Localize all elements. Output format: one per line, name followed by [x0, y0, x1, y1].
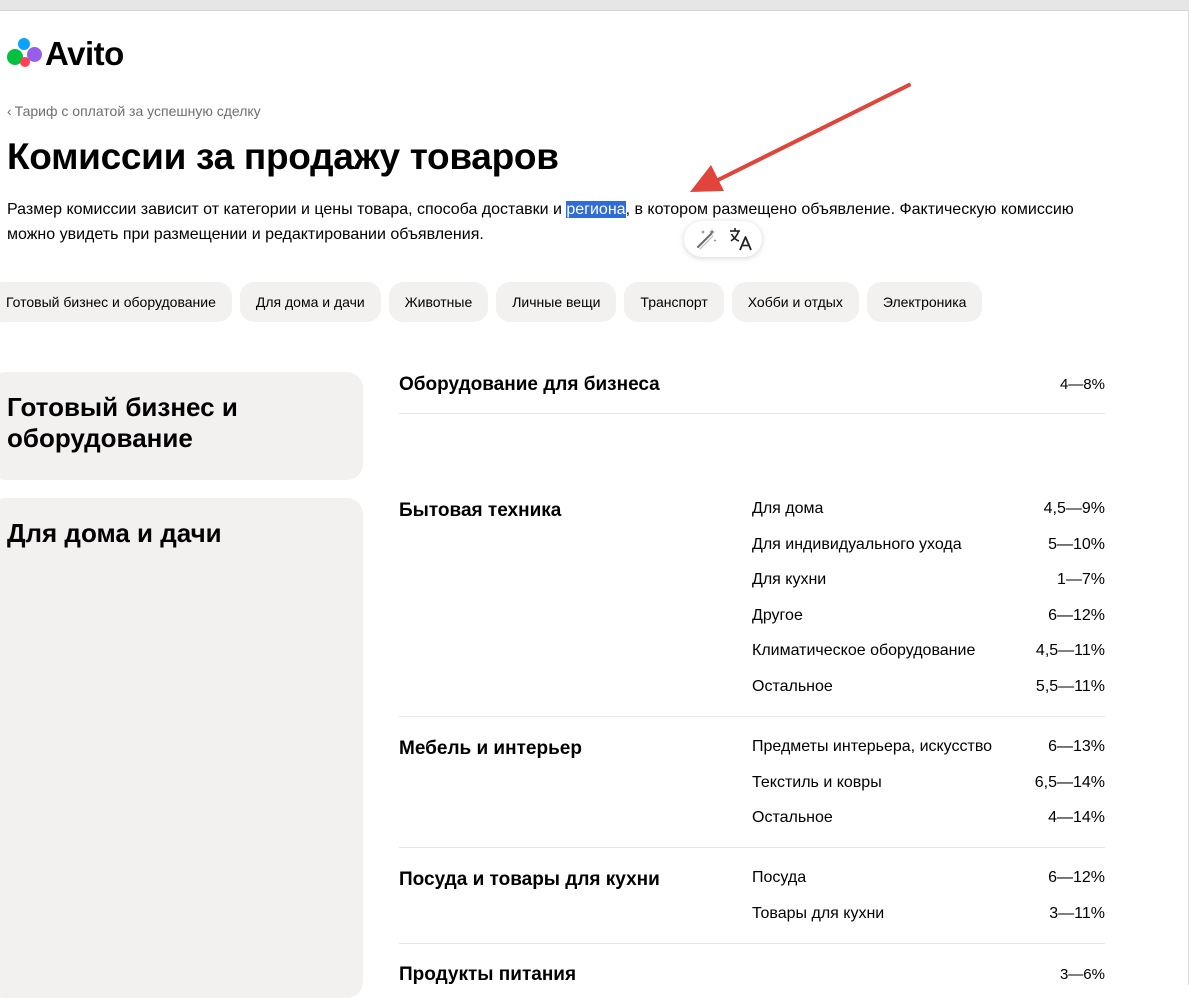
subcategory-name: Для кухни: [752, 571, 827, 589]
selection-toolbar: [684, 221, 762, 257]
subcategory-row: Для дома 4,5—9%: [752, 500, 1105, 536]
subcategory-name: Климатическое оборудование: [752, 642, 976, 660]
section-furniture: Мебель и интерьер Предметы интерьера, ис…: [399, 738, 1105, 848]
section-range: 3—6%: [1059, 966, 1105, 983]
selected-text: региона: [566, 201, 626, 218]
chevron-left-icon: ‹: [7, 103, 12, 119]
subcategory-name: Товары для кухни: [752, 904, 885, 922]
subcategory-range: 5,5—11%: [1035, 677, 1105, 695]
translate-icon: [729, 228, 752, 251]
section-title: Мебель и интерьер: [399, 738, 582, 759]
category-card-title: Готовый бизнес и оборудование: [7, 392, 238, 453]
subcategory-row: Для кухни 1—7%: [752, 571, 1105, 607]
subcategory-row: Остальное 5,5—11%: [752, 678, 1105, 714]
category-card-title: Для дома и дачи: [7, 518, 222, 548]
subcategory-row: Предметы интерьера, искусство 6—13%: [752, 738, 1105, 774]
subcategory-range: 6—12%: [1048, 606, 1105, 624]
subcategory-name: Остальное: [752, 809, 833, 827]
subcategory-range: 3—11%: [1049, 904, 1105, 922]
subcategory-list: Для дома 4,5—9% Для индивидуального уход…: [752, 500, 1105, 714]
chip-transport[interactable]: Транспорт: [624, 282, 724, 322]
breadcrumb-label: Тариф с оплатой за успешную сделку: [14, 103, 261, 119]
subcategory-row: Для индивидуального ухода 5—10%: [752, 536, 1105, 572]
category-card-business: Готовый бизнес и оборудование: [0, 372, 363, 480]
subcategory-row: Посуда 6—12%: [752, 869, 1105, 905]
section-title: Посуда и товары для кухни: [399, 869, 660, 890]
section-food: Продукты питания 3—6%: [399, 964, 1105, 985]
section-appliances: Бытовая техника Для дома 4,5—9% Для инди…: [399, 500, 1105, 717]
subcategory-row: Остальное 4—14%: [752, 809, 1105, 845]
logo-text: Avito: [45, 35, 124, 72]
subcategory-row: Текстиль и ковры 6,5—14%: [752, 774, 1105, 810]
page-title: Комиссии за продажу товаров: [7, 136, 559, 177]
subcategory-list: Предметы интерьера, искусство 6—13% Текс…: [752, 738, 1105, 845]
category-chips: Готовый бизнес и оборудование Для дома и…: [0, 282, 983, 322]
section-range: 4—8%: [1059, 376, 1105, 393]
translate-button[interactable]: [727, 225, 755, 253]
section-business-equipment: Оборудование для бизнеса 4—8%: [399, 374, 1105, 414]
breadcrumb[interactable]: ‹ Тариф с оплатой за успешную сделку: [7, 103, 261, 119]
divider: [399, 943, 1105, 944]
subcategory-list: Посуда 6—12% Товары для кухни 3—11%: [752, 869, 1105, 940]
logo-dots-icon: [7, 36, 43, 72]
section-title: Продукты питания: [399, 964, 577, 985]
subcategory-row: Товары для кухни 3—11%: [752, 905, 1105, 941]
section-kitchenware: Посуда и товары для кухни Посуда 6—12% Т…: [399, 869, 1105, 944]
divider: [399, 716, 1105, 717]
subcategory-range: 5—10%: [1048, 535, 1105, 553]
avito-logo[interactable]: Avito: [7, 34, 124, 74]
category-card-home: Для дома и дачи: [0, 498, 363, 998]
subcategory-name: Текстиль и ковры: [752, 773, 882, 791]
subcategory-range: 1—7%: [1056, 571, 1105, 589]
subcategory-name: Другое: [752, 606, 803, 624]
browser-top-strip: [0, 0, 1189, 11]
subcategory-range: 6,5—14%: [1034, 773, 1105, 791]
subcategory-row: Другое 6—12%: [752, 607, 1105, 643]
intro-text-start: Размер комиссии зависит от категории и ц…: [7, 201, 567, 218]
subcategory-name: Для дома: [752, 500, 824, 517]
chip-electronics[interactable]: Электроника: [866, 282, 983, 322]
magic-wand-icon: [696, 229, 716, 250]
subcategory-range: 4,5—9%: [1043, 500, 1105, 517]
section-title: Оборудование для бизнеса: [399, 374, 660, 395]
chip-home[interactable]: Для дома и дачи: [239, 282, 381, 322]
subcategory-range: 4—14%: [1048, 809, 1105, 827]
subcategory-name: Остальное: [752, 677, 833, 695]
divider: [399, 847, 1105, 848]
subcategory-range: 4,5—11%: [1035, 642, 1105, 660]
subcategory-name: Предметы интерьера, искусство: [752, 738, 993, 755]
divider: [399, 413, 1105, 414]
chip-hobby[interactable]: Хобби и отдых: [731, 282, 859, 322]
chip-personal[interactable]: Личные вещи: [496, 282, 617, 322]
chip-animals[interactable]: Животные: [388, 282, 489, 322]
subcategory-range: 6—12%: [1048, 869, 1105, 886]
chip-business[interactable]: Готовый бизнес и оборудование: [0, 282, 232, 322]
magic-wand-button[interactable]: [692, 225, 720, 253]
subcategory-row: Климатическое оборудование 4,5—11%: [752, 642, 1105, 678]
subcategory-range: 6—13%: [1048, 738, 1105, 755]
section-title: Бытовая техника: [399, 500, 562, 521]
subcategory-name: Посуда: [752, 869, 807, 886]
intro-text: Размер комиссии зависит от категории и ц…: [7, 197, 1117, 247]
subcategory-name: Для индивидуального ухода: [752, 535, 962, 553]
